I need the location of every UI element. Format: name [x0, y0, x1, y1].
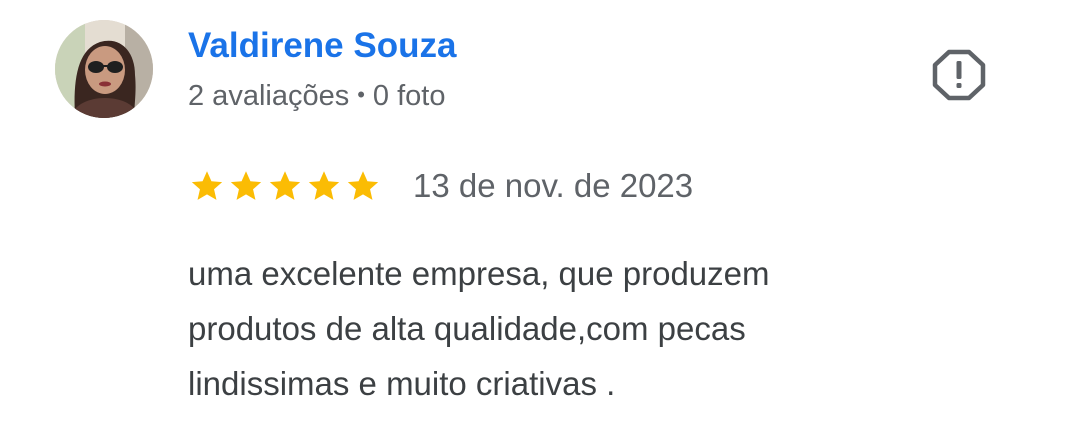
review-text: uma excelente empresa, que produzem prod…	[188, 246, 1008, 411]
star-icon	[191, 171, 223, 200]
star-icon	[308, 171, 340, 200]
star-icon	[269, 171, 301, 200]
star-icon	[347, 171, 379, 200]
report-button[interactable]	[930, 48, 988, 102]
review-text-line: lindissimas e muito criativas .	[188, 365, 616, 402]
review-date: 13 de nov. de 2023	[413, 167, 694, 204]
review-text-line: produtos de alta qualidade,com pecas	[188, 310, 746, 347]
star-icon	[230, 171, 262, 200]
review-text-line: uma excelente empresa, que produzem	[188, 255, 770, 292]
meta-separator: •	[357, 82, 365, 107]
author-reviews-count: 2 avaliações	[188, 80, 350, 112]
report-octagon-icon	[932, 49, 986, 101]
review-card: Valdirene Souza 2 avaliações • 0 foto 13 d…	[0, 0, 1080, 437]
author-photos-count: 0 foto	[372, 80, 446, 112]
avatar[interactable]	[55, 20, 153, 118]
author-meta: 2 avaliações • 0 foto	[188, 78, 445, 116]
star-rating	[189, 168, 381, 204]
avatar-photo	[55, 20, 153, 118]
author-name[interactable]: Valdirene Souza	[188, 26, 456, 66]
